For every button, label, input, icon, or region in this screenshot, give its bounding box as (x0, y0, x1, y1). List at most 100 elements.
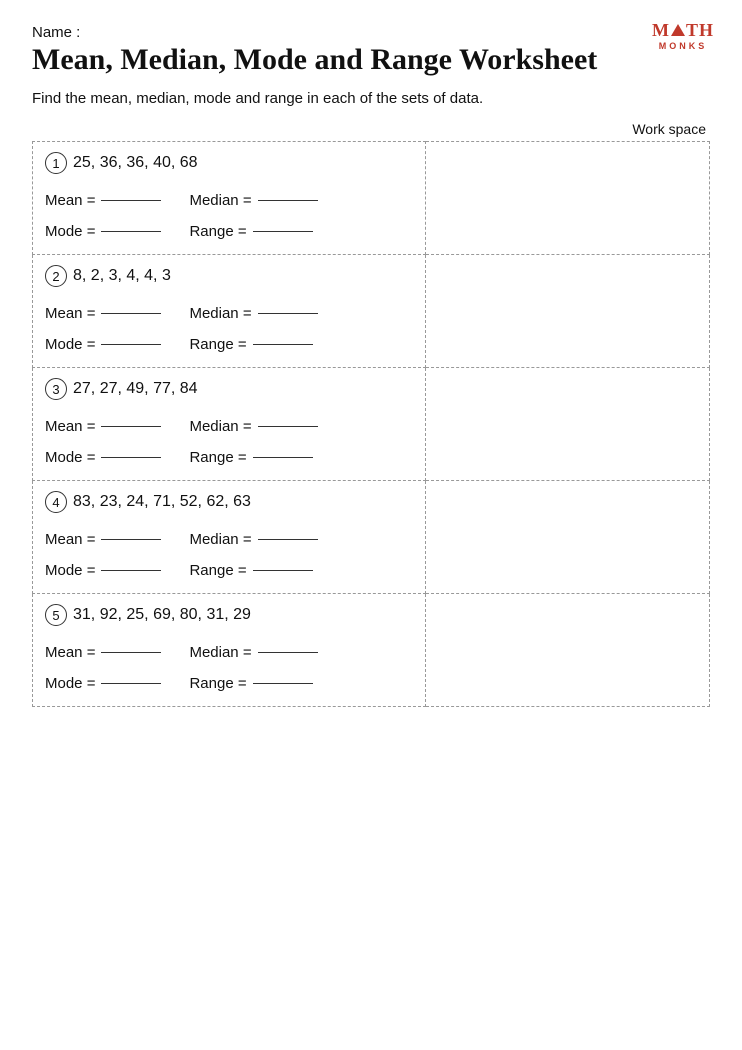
answers-row2-5: Mode = Range = (45, 675, 413, 692)
answers-row2-2: Mode = Range = (45, 336, 413, 353)
answers-row1-5: Mean = Median = (45, 644, 413, 661)
median-label-5: Median = (189, 644, 251, 661)
problem-header-2: 2 8, 2, 3, 4, 4, 3 (45, 265, 413, 287)
problem-number-2: 2 (45, 265, 67, 287)
worksheet-table: 1 25, 36, 36, 40, 68 Mean = Median = Mod… (32, 141, 710, 707)
mode-line-1 (101, 231, 161, 232)
mean-label-4: Mean = (45, 531, 95, 548)
range-line-3 (253, 457, 313, 458)
range-label-5: Range = (189, 675, 246, 692)
problem-data-1: 25, 36, 36, 40, 68 (73, 154, 198, 172)
mean-label-5: Mean = (45, 644, 95, 661)
mean-label-1: Mean = (45, 192, 95, 209)
problem-data-4: 83, 23, 24, 71, 52, 62, 63 (73, 493, 251, 511)
logo: MTH MONKS (652, 20, 714, 51)
workspace-cell-3 (425, 368, 709, 481)
median-label-1: Median = (189, 192, 251, 209)
median-label-4: Median = (189, 531, 251, 548)
logo-text: MTH (652, 20, 714, 41)
problem-number-1: 1 (45, 152, 67, 174)
problem-cell-3: 3 27, 27, 49, 77, 84 Mean = Median = Mod… (33, 368, 426, 481)
range-item-5: Range = (189, 675, 312, 692)
logo-monks: MONKS (659, 41, 708, 51)
problem-number-4: 4 (45, 491, 67, 513)
mode-label-4: Mode = (45, 562, 95, 579)
problem-cell-5: 5 31, 92, 25, 69, 80, 31, 29 Mean = Medi… (33, 594, 426, 707)
answers-rows-4: Mean = Median = Mode = Range = (45, 531, 413, 579)
page-title: Mean, Median, Mode and Range Worksheet (32, 42, 710, 78)
range-line-2 (253, 344, 313, 345)
mean-line-4 (101, 539, 161, 540)
median-line-1 (258, 200, 318, 201)
mode-item-2: Mode = (45, 336, 161, 353)
range-label-2: Range = (189, 336, 246, 353)
mean-item-1: Mean = (45, 192, 161, 209)
median-line-5 (258, 652, 318, 653)
answers-row2-3: Mode = Range = (45, 449, 413, 466)
problem-data-2: 8, 2, 3, 4, 4, 3 (73, 267, 171, 285)
mean-item-4: Mean = (45, 531, 161, 548)
mode-line-2 (101, 344, 161, 345)
mode-item-5: Mode = (45, 675, 161, 692)
answers-row1-4: Mean = Median = (45, 531, 413, 548)
median-item-5: Median = (189, 644, 317, 661)
median-label-2: Median = (189, 305, 251, 322)
median-line-4 (258, 539, 318, 540)
answers-rows-3: Mean = Median = Mode = Range = (45, 418, 413, 466)
problem-data-5: 31, 92, 25, 69, 80, 31, 29 (73, 606, 251, 624)
mean-line-3 (101, 426, 161, 427)
range-item-3: Range = (189, 449, 312, 466)
mode-item-3: Mode = (45, 449, 161, 466)
mode-line-3 (101, 457, 161, 458)
problem-header-4: 4 83, 23, 24, 71, 52, 62, 63 (45, 491, 413, 513)
median-item-2: Median = (189, 305, 317, 322)
mode-label-5: Mode = (45, 675, 95, 692)
mean-item-3: Mean = (45, 418, 161, 435)
mode-item-1: Mode = (45, 223, 161, 240)
mean-line-5 (101, 652, 161, 653)
problem-cell-1: 1 25, 36, 36, 40, 68 Mean = Median = Mod… (33, 142, 426, 255)
subtitle: Find the mean, median, mode and range in… (32, 90, 710, 107)
range-line-5 (253, 683, 313, 684)
median-item-1: Median = (189, 192, 317, 209)
range-label-3: Range = (189, 449, 246, 466)
median-line-2 (258, 313, 318, 314)
mean-label-3: Mean = (45, 418, 95, 435)
mode-label-2: Mode = (45, 336, 95, 353)
mean-item-2: Mean = (45, 305, 161, 322)
mode-label-3: Mode = (45, 449, 95, 466)
mean-item-5: Mean = (45, 644, 161, 661)
name-label: Name : (32, 24, 80, 41)
answers-row1-1: Mean = Median = (45, 192, 413, 209)
workspace-cell-2 (425, 255, 709, 368)
mean-line-1 (101, 200, 161, 201)
mode-item-4: Mode = (45, 562, 161, 579)
range-line-1 (253, 231, 313, 232)
problem-header-1: 1 25, 36, 36, 40, 68 (45, 152, 413, 174)
answers-rows-1: Mean = Median = Mode = Range = (45, 192, 413, 240)
range-label-4: Range = (189, 562, 246, 579)
problem-header-3: 3 27, 27, 49, 77, 84 (45, 378, 413, 400)
range-item-4: Range = (189, 562, 312, 579)
median-item-3: Median = (189, 418, 317, 435)
workspace-cell-5 (425, 594, 709, 707)
answers-rows-2: Mean = Median = Mode = Range = (45, 305, 413, 353)
median-item-4: Median = (189, 531, 317, 548)
answers-row1-2: Mean = Median = (45, 305, 413, 322)
answers-row2-1: Mode = Range = (45, 223, 413, 240)
answers-row2-4: Mode = Range = (45, 562, 413, 579)
problem-number-5: 5 (45, 604, 67, 626)
mode-line-4 (101, 570, 161, 571)
problem-data-3: 27, 27, 49, 77, 84 (73, 380, 198, 398)
mean-line-2 (101, 313, 161, 314)
mean-label-2: Mean = (45, 305, 95, 322)
workspace-cell-4 (425, 481, 709, 594)
workspace-cell-1 (425, 142, 709, 255)
range-item-2: Range = (189, 336, 312, 353)
problem-cell-4: 4 83, 23, 24, 71, 52, 62, 63 Mean = Medi… (33, 481, 426, 594)
workspace-label: Work space (32, 121, 710, 137)
median-line-3 (258, 426, 318, 427)
problem-cell-2: 2 8, 2, 3, 4, 4, 3 Mean = Median = Mode … (33, 255, 426, 368)
mode-label-1: Mode = (45, 223, 95, 240)
range-label-1: Range = (189, 223, 246, 240)
